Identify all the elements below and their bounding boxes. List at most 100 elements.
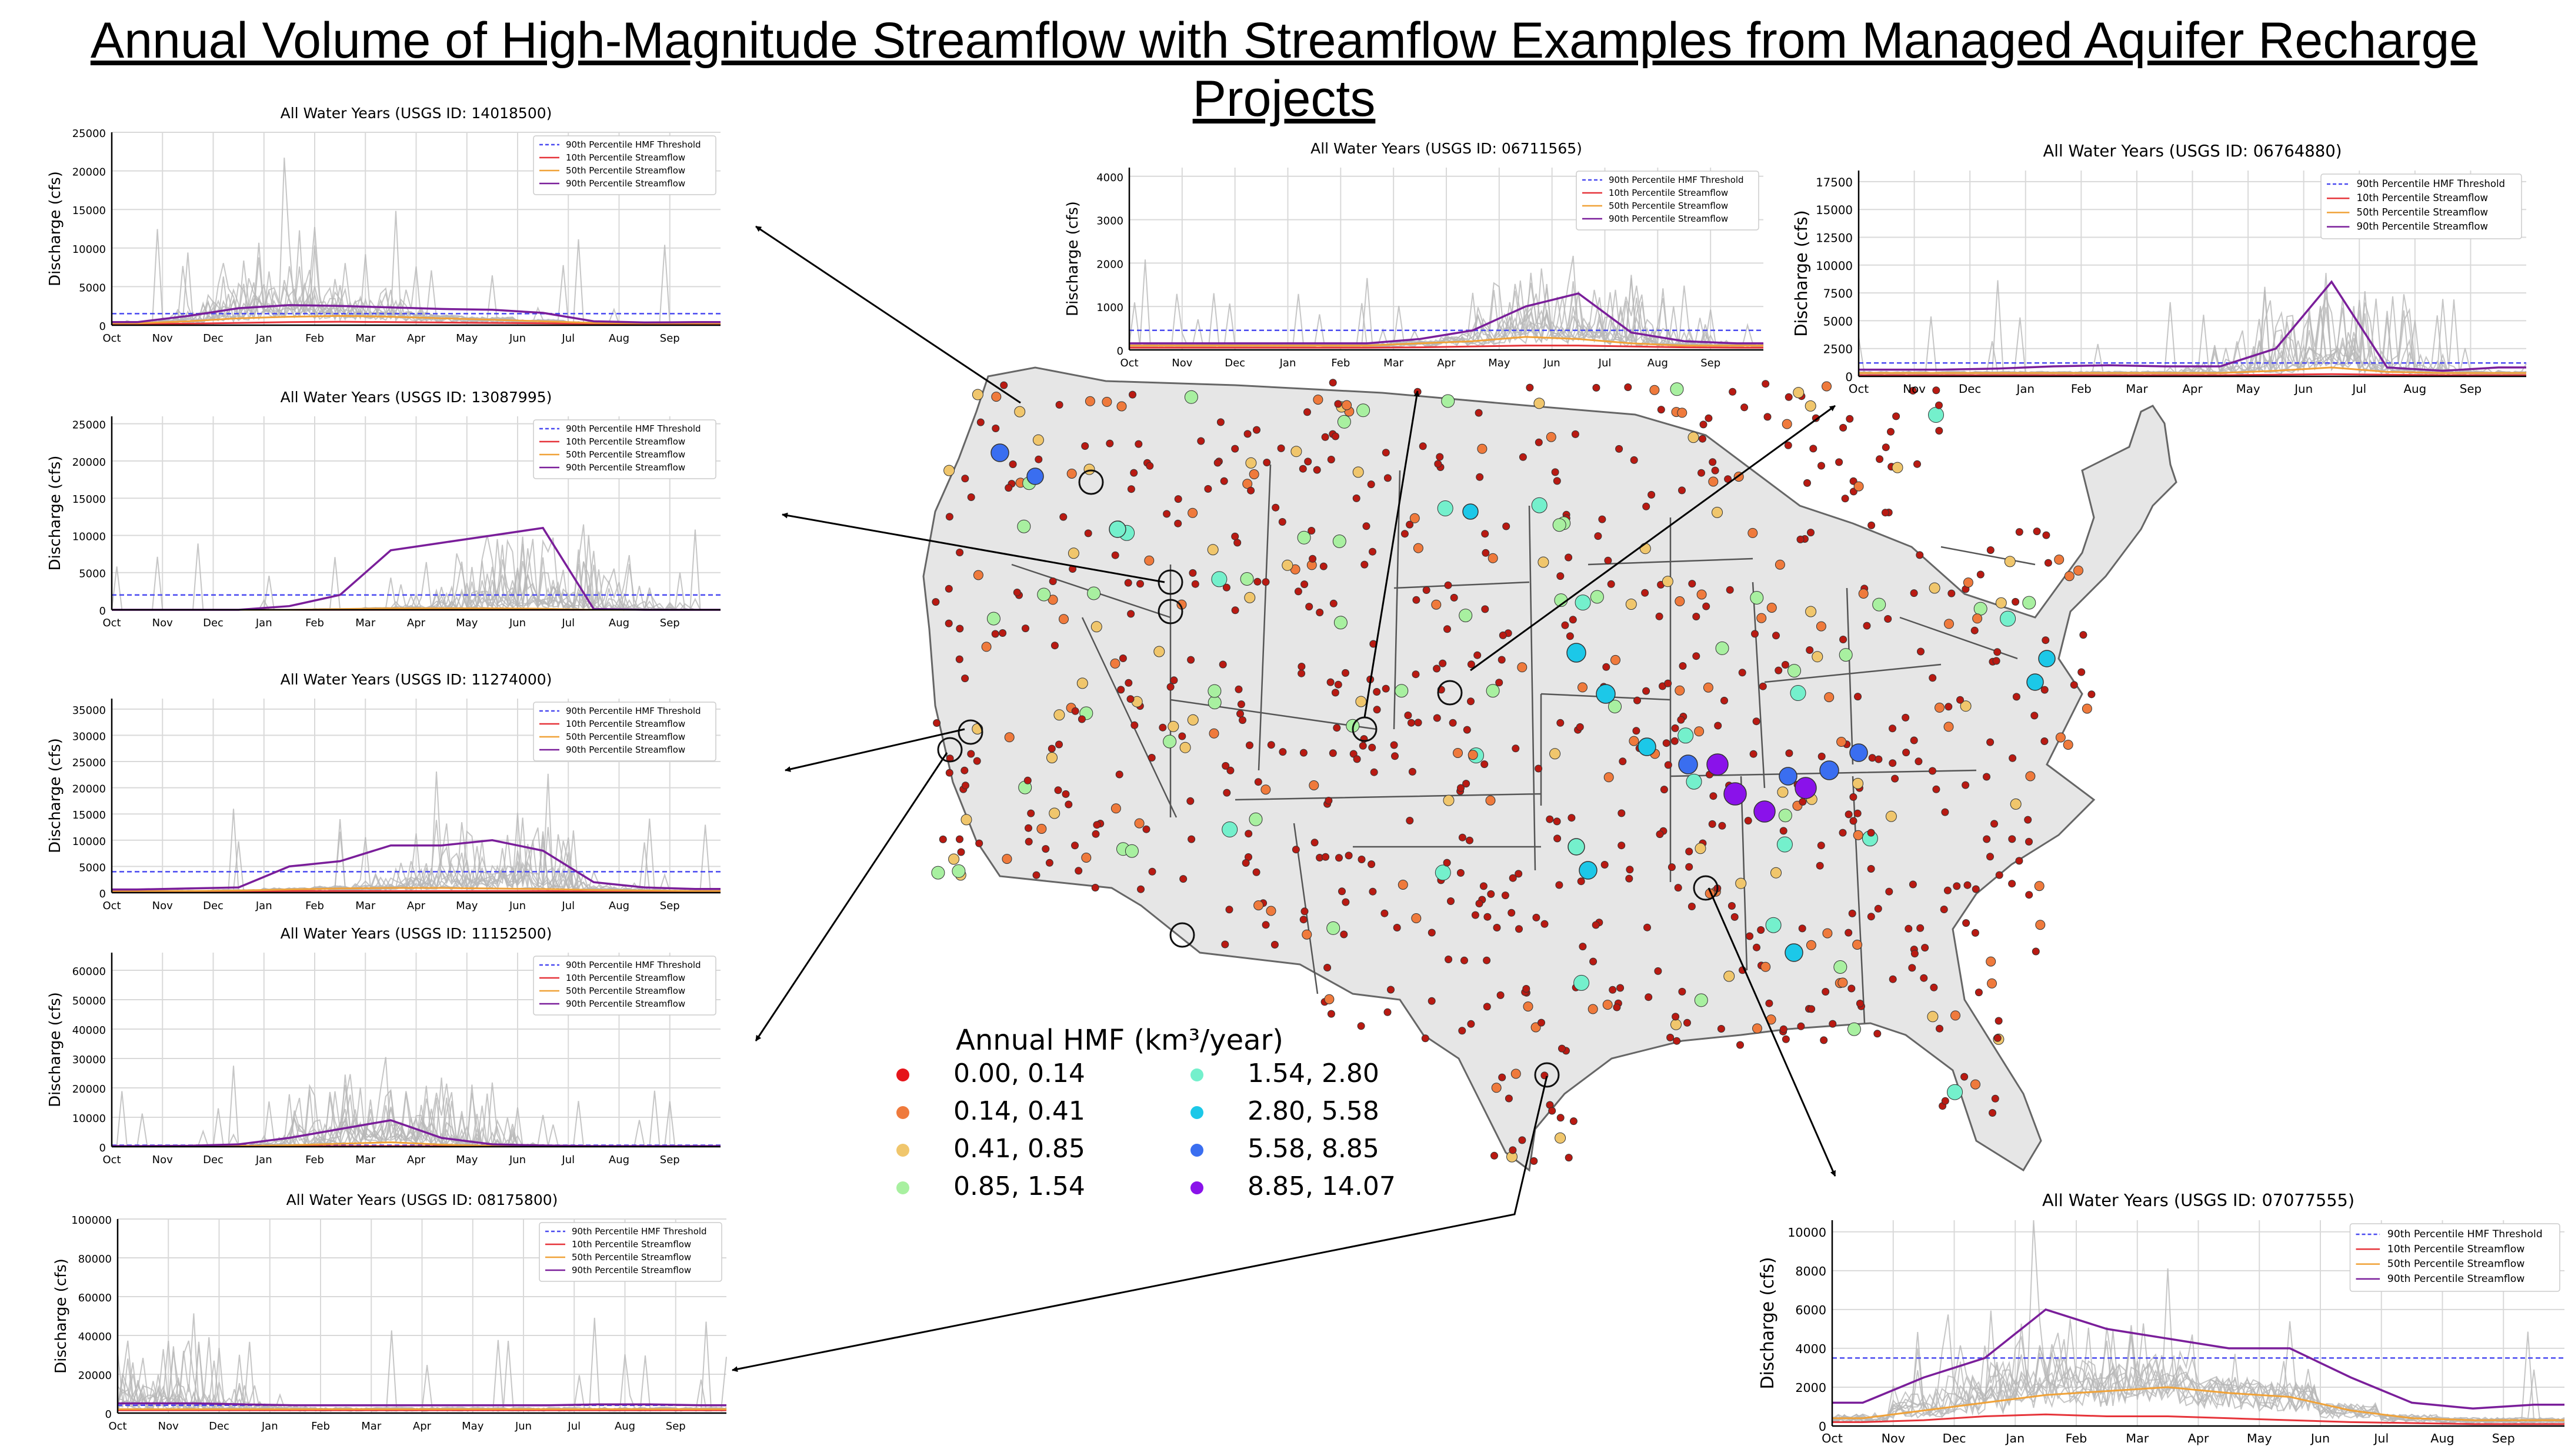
map-station-point bbox=[1208, 684, 1222, 698]
map-station-point bbox=[1973, 602, 1987, 616]
map-station-point bbox=[1313, 466, 1321, 474]
map-station-point bbox=[1084, 529, 1092, 537]
map-station-point bbox=[1179, 875, 1188, 883]
map-station-point bbox=[1712, 506, 1723, 518]
map-station-point bbox=[1678, 486, 1686, 495]
map-station-point bbox=[961, 475, 969, 483]
map-station-point bbox=[1765, 917, 1782, 933]
y-tick-label: 35000 bbox=[72, 704, 106, 717]
map-station-point bbox=[1342, 669, 1349, 677]
map-station-point-large bbox=[1596, 684, 1616, 704]
map-station-point bbox=[1380, 909, 1389, 917]
map-station-point bbox=[1930, 983, 1938, 991]
y-tick-label: 17500 bbox=[1816, 176, 1853, 189]
map-station-point bbox=[1829, 1020, 1837, 1028]
map-station-point bbox=[1535, 764, 1543, 773]
map-station-point bbox=[1839, 636, 1847, 643]
map-station-point bbox=[1393, 924, 1401, 931]
map-station-point bbox=[1368, 860, 1376, 869]
map-station-point bbox=[931, 866, 945, 880]
map-station-point bbox=[1551, 468, 1559, 476]
map-station-point bbox=[1485, 795, 1496, 806]
map-station-point bbox=[1986, 853, 1994, 861]
chart-legend-label: 90th Percentile Streamflow bbox=[572, 1265, 691, 1275]
map-station-point bbox=[1568, 814, 1576, 822]
map-station-point bbox=[1055, 400, 1063, 409]
map-station-point-large bbox=[1706, 753, 1729, 776]
map-station-point-large bbox=[2026, 673, 2044, 691]
map-station-point bbox=[1649, 385, 1660, 395]
map-station-point bbox=[945, 619, 953, 627]
map-station-point bbox=[1302, 929, 1312, 940]
map-station-point bbox=[1853, 481, 1864, 492]
map-station-point bbox=[1373, 688, 1381, 696]
chart-legend-label: 90th Percentile HMF Threshold bbox=[566, 706, 701, 716]
map-station-point bbox=[1240, 572, 1254, 586]
map-station-point bbox=[2022, 596, 2036, 610]
y-tick-label: 20000 bbox=[72, 1083, 106, 1096]
map-station-point bbox=[1373, 706, 1381, 714]
map-station-point bbox=[1340, 930, 1348, 939]
map-station-point bbox=[1237, 700, 1245, 709]
map-station-point bbox=[1645, 993, 1653, 1001]
x-tick-label: Apr bbox=[1437, 357, 1456, 369]
map-station-point bbox=[1692, 652, 1700, 660]
map-station-point bbox=[1837, 977, 1848, 988]
x-tick-label: Feb bbox=[2071, 382, 2092, 396]
map-station-point bbox=[1197, 437, 1205, 445]
map-station-point bbox=[1887, 428, 1895, 436]
map-station-point bbox=[1216, 418, 1225, 426]
map-station-point bbox=[1805, 606, 1817, 617]
map-station-point bbox=[1715, 641, 1729, 655]
map-station-point bbox=[1744, 817, 1752, 825]
map-station-point bbox=[1670, 382, 1684, 396]
map-station-point bbox=[1549, 748, 1561, 760]
map-station-point bbox=[2063, 740, 2073, 750]
map-station-point bbox=[1963, 577, 1973, 588]
map-station-point bbox=[1806, 940, 1816, 950]
map-station-point bbox=[1803, 479, 1811, 487]
map-station-point bbox=[1333, 616, 1348, 630]
map-station-point bbox=[1674, 884, 1682, 892]
map-station-point bbox=[1146, 462, 1154, 470]
map-station-point bbox=[1995, 1017, 2003, 1025]
map-station-point bbox=[1522, 985, 1530, 993]
y-tick-label: 30000 bbox=[72, 1054, 106, 1066]
map-station-point bbox=[1806, 646, 1814, 654]
map-station-point bbox=[1867, 865, 1875, 873]
map-station-point bbox=[2012, 597, 2020, 606]
map-station-point bbox=[1839, 423, 1847, 432]
map-station-point bbox=[1822, 928, 1833, 939]
map-station-point bbox=[1672, 1013, 1680, 1021]
map-station-point bbox=[1045, 859, 1053, 867]
map-station-point bbox=[1498, 1073, 1506, 1081]
map-station-point bbox=[1267, 741, 1275, 749]
y-tick-label: 0 bbox=[99, 888, 106, 900]
x-tick-label: Mar bbox=[2126, 1431, 2149, 1445]
map-station-point bbox=[1916, 924, 1925, 932]
map-station-point bbox=[1382, 449, 1390, 457]
map-station-point bbox=[1450, 593, 1458, 602]
map-station-point bbox=[1244, 592, 1256, 603]
map-station-point bbox=[2070, 681, 2078, 689]
map-station-point bbox=[1929, 674, 1937, 682]
map-station-point bbox=[1992, 657, 2000, 665]
map-station-point bbox=[1558, 1044, 1566, 1053]
map-station-point-large bbox=[990, 443, 1009, 462]
map-station-point bbox=[1085, 396, 1095, 406]
map-station-point bbox=[1370, 768, 1378, 776]
map-station-point bbox=[1929, 582, 1940, 594]
map-station-point bbox=[1300, 580, 1309, 589]
map-station-point-large bbox=[1568, 838, 1585, 856]
map-station-point bbox=[1220, 477, 1228, 485]
map-station-point bbox=[1359, 742, 1367, 750]
map-station-point bbox=[1071, 707, 1079, 715]
map-station-point bbox=[1111, 551, 1119, 559]
map-station-point bbox=[1993, 648, 2002, 656]
map-station-point bbox=[1970, 1079, 1980, 1090]
map-station-point bbox=[1004, 732, 1015, 743]
map-station-point bbox=[1630, 456, 1638, 464]
map-station-point bbox=[1253, 900, 1264, 911]
map-station-point bbox=[1566, 632, 1574, 640]
map-station-point bbox=[1839, 648, 1853, 662]
